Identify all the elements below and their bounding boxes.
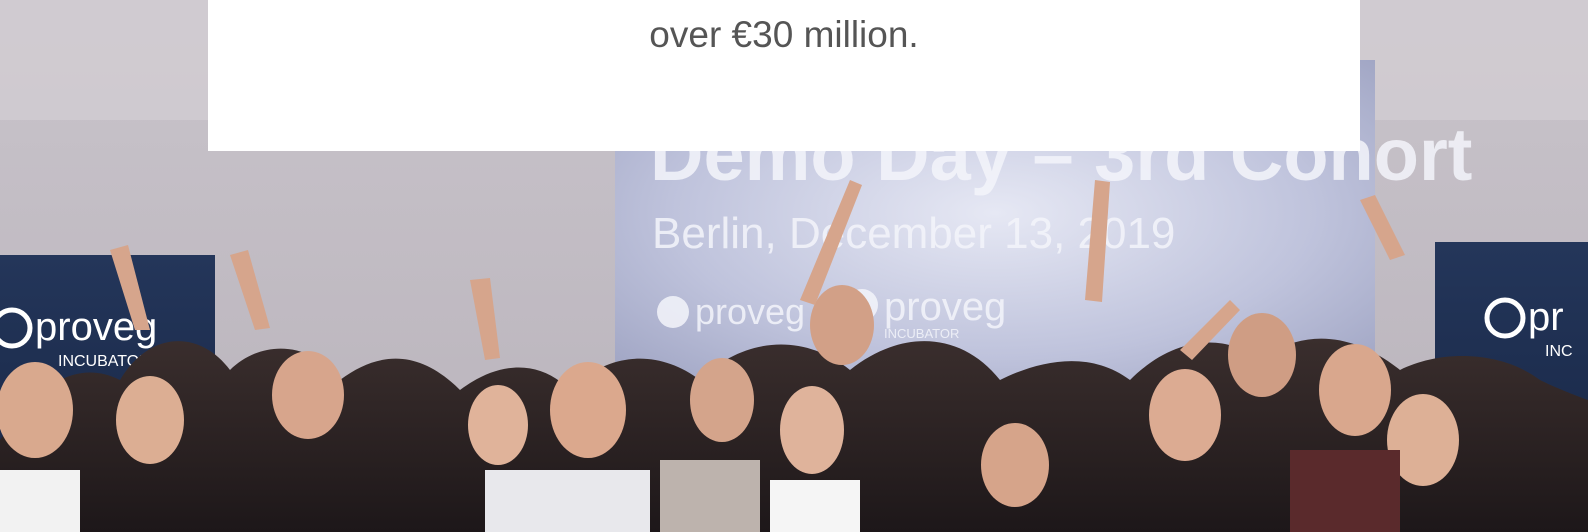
text-card: over €30 million.: [208, 0, 1360, 151]
svg-text:INC: INC: [1545, 343, 1573, 360]
card-text: over €30 million.: [649, 14, 919, 55]
svg-text:proveg: proveg: [884, 285, 1006, 329]
svg-text:proveg: proveg: [695, 291, 805, 332]
svg-text:pr: pr: [1528, 295, 1564, 339]
svg-text:INCUBATOR: INCUBATOR: [884, 326, 959, 341]
hero-section: Demo Day – 3rd Cohort Berlin, December 1…: [0, 0, 1588, 532]
